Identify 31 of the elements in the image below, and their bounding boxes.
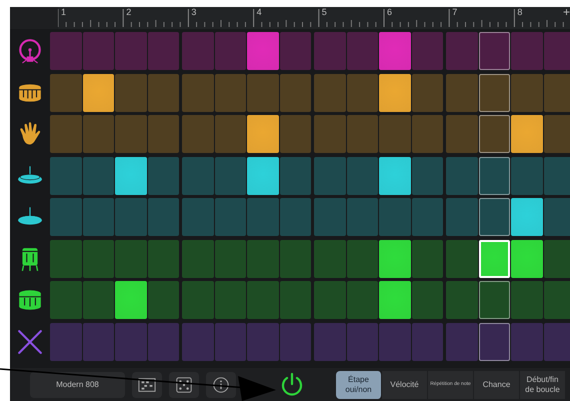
mode-tab[interactable]: Début/fin de boucle bbox=[520, 370, 566, 398]
step-pad-active[interactable] bbox=[478, 240, 510, 278]
step-pad-active[interactable] bbox=[82, 74, 114, 112]
kit-button[interactable]: Modern 808 bbox=[30, 372, 125, 398]
kick-drum-icon[interactable] bbox=[17, 38, 43, 64]
dice-icon bbox=[174, 376, 194, 394]
bar-number: 7 bbox=[452, 8, 458, 17]
bar-number: 4 bbox=[256, 8, 262, 17]
pattern-icon bbox=[137, 376, 157, 394]
bar-number: 3 bbox=[191, 8, 196, 17]
mode-tab[interactable]: Vélocité bbox=[382, 370, 428, 398]
drumsticks-icon[interactable] bbox=[17, 328, 43, 355]
bar-number: 5 bbox=[322, 8, 327, 17]
step-pad[interactable] bbox=[478, 322, 510, 360]
step-pad[interactable] bbox=[478, 156, 510, 194]
power-button[interactable] bbox=[279, 372, 305, 398]
bar-number: 6 bbox=[387, 8, 392, 17]
pattern-button[interactable] bbox=[132, 372, 162, 398]
bar-number: 2 bbox=[126, 8, 132, 17]
info-button[interactable] bbox=[206, 372, 236, 398]
step-pad[interactable] bbox=[478, 74, 510, 112]
info-icon bbox=[211, 376, 231, 394]
bar-number: 1 bbox=[61, 8, 66, 17]
step-pad[interactable] bbox=[478, 115, 510, 153]
mode-tab[interactable]: Chance bbox=[474, 370, 520, 398]
step-pad[interactable] bbox=[478, 32, 510, 70]
add-button[interactable]: + bbox=[563, 7, 570, 18]
mode-tab[interactable]: Étape oui/non bbox=[336, 370, 382, 398]
timeline-ruler[interactable]: 1 2 3 4 5 6 7 8 + bbox=[58, 7, 570, 29]
dice-button[interactable] bbox=[169, 372, 199, 398]
bar-number: 8 bbox=[517, 8, 522, 17]
